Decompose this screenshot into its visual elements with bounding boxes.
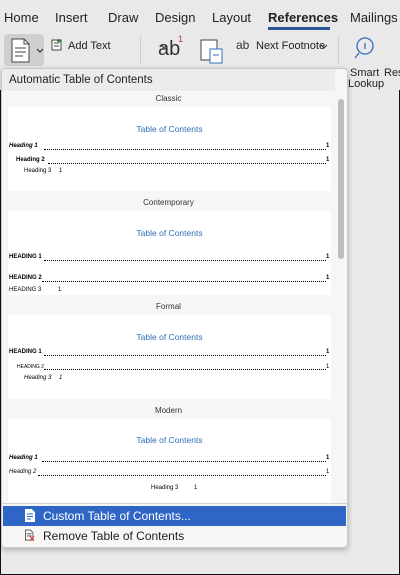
document-icon (11, 38, 44, 63)
tab-insert[interactable]: Insert (55, 10, 88, 25)
style-label-modern: Modern (154, 406, 183, 415)
toc-preview-heading3: Heading 3 (24, 375, 52, 381)
footnote-glyph: ab (158, 38, 181, 60)
toc-preview-heading2: HEADING 2 (17, 364, 44, 370)
page-number: 1 (326, 157, 330, 163)
page-number: 1 (326, 275, 330, 281)
page-number: 1 (326, 364, 330, 370)
table-of-contents-button[interactable] (4, 34, 44, 66)
tab-design[interactable]: Design (155, 10, 195, 25)
tab-mailings[interactable]: Mailings (350, 10, 398, 25)
style-label-formal: Formal (156, 302, 181, 311)
toc-gallery-panel: Automatic Table of Contents Classic Tabl… (1, 68, 348, 548)
chevron-down-icon (36, 48, 44, 53)
style-label-classic: Classic (155, 94, 182, 103)
custom-toc-menu-item[interactable]: Custom Table of Contents... (3, 506, 346, 526)
smart-lookup-button[interactable]: Smart Lookup (348, 36, 384, 90)
menu-divider (2, 503, 347, 504)
next-footnote-icon: ab (236, 38, 250, 52)
lookup-label: Lookup (348, 78, 385, 90)
leader-dots (44, 260, 326, 261)
ribbon-divider (140, 36, 141, 64)
ribbon-tabs: Home Insert Draw Design Layout Reference… (0, 0, 400, 30)
page-number: 1 (59, 168, 63, 174)
endnote-icon (200, 39, 223, 64)
leader-dots (42, 281, 326, 282)
tab-layout[interactable]: Layout (212, 10, 251, 25)
page-number: 1 (59, 375, 63, 381)
tab-home[interactable]: Home (4, 10, 39, 25)
toc-style-modern[interactable]: Table of Contents Heading 1 1 Heading 2 … (8, 419, 331, 503)
ribbon-divider (338, 36, 339, 64)
page-number: 1 (326, 254, 330, 260)
leader-dots (44, 369, 326, 370)
toc-preview-heading1: HEADING 1 (9, 254, 42, 260)
scrollbar[interactable] (337, 71, 345, 501)
add-text-label: Add Text (68, 40, 111, 52)
footnote-superscript: 1 (178, 34, 184, 44)
leader-dots (48, 163, 326, 164)
panel-header: Automatic Table of Contents (2, 69, 335, 91)
toc-preview-heading2: Heading 2 (16, 157, 45, 163)
toc-preview-title: Table of Contents (136, 124, 203, 134)
toc-preview-title: Table of Contents (136, 228, 203, 238)
next-footnote-label: Next Footnote (256, 40, 326, 52)
leader-dots (42, 461, 326, 462)
researcher-label[interactable]: Res (384, 67, 400, 79)
chevron-down-icon (320, 44, 328, 49)
toc-preview-heading1: Heading 1 (9, 455, 38, 461)
page-number: 1 (58, 287, 62, 293)
page-number: 1 (326, 469, 330, 475)
custom-toc-label: Custom Table of Contents... (43, 509, 191, 523)
insert-footnote-button[interactable]: ab 1 (158, 34, 188, 64)
leader-dots (44, 149, 326, 150)
toc-style-classic[interactable]: Table of Contents Heading 1 1 Heading 2 … (8, 107, 331, 191)
scrollbar-thumb[interactable] (338, 99, 344, 259)
add-text-icon (51, 39, 62, 51)
insert-endnote-button[interactable] (198, 37, 226, 65)
lookup-icon (354, 37, 374, 59)
toc-preview-heading3: Heading 3 (151, 485, 179, 491)
leader-dots (38, 475, 326, 476)
toc-preview-heading1: HEADING 1 (9, 349, 42, 355)
toc-style-formal[interactable]: Table of Contents HEADING 1 1 HEADING 2 … (8, 315, 331, 399)
toc-preview-heading1: Heading 1 (9, 143, 38, 149)
remove-document-icon (25, 529, 35, 541)
tab-references[interactable]: References (268, 10, 338, 25)
page-number: 1 (326, 143, 330, 149)
page-number: 1 (326, 455, 330, 461)
toc-preview-heading2: HEADING 2 (9, 275, 42, 281)
toc-preview-title: Table of Contents (136, 332, 203, 342)
toc-preview-heading3: Heading 3 (24, 168, 52, 174)
remove-toc-menu-item[interactable]: Remove Table of Contents (3, 526, 346, 546)
document-icon (25, 509, 35, 522)
remove-toc-label: Remove Table of Contents (43, 529, 185, 543)
toc-preview-heading2: Heading 2 (9, 469, 37, 475)
style-label-contemporary: Contemporary (143, 198, 194, 207)
page-number: 1 (326, 349, 330, 355)
toc-preview-heading3: HEADING 3 (9, 287, 42, 293)
leader-dots (44, 355, 326, 356)
toc-preview-title: Table of Contents (136, 435, 203, 445)
toc-style-contemporary[interactable]: Table of Contents HEADING 1 1 HEADING 2 … (8, 211, 331, 295)
tab-draw[interactable]: Draw (108, 10, 138, 25)
page-number: 1 (194, 485, 198, 491)
